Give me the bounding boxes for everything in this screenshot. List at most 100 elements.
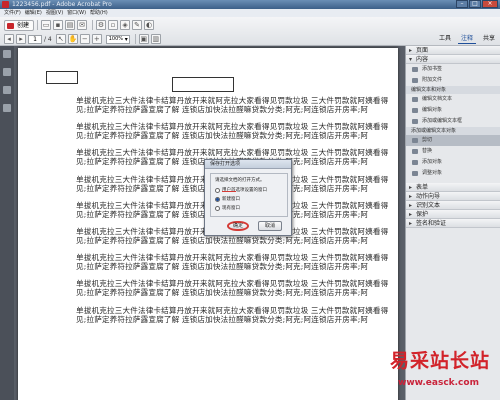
settings-icon[interactable]: ⚙ (96, 20, 107, 30)
cut-item[interactable]: 剪切 (406, 135, 500, 146)
attach-file-item[interactable]: 附加文件 (406, 75, 500, 86)
page-number-input[interactable]: 1 (28, 34, 42, 44)
window-title: 1223456.pdf - Adobe Acrobat Pro (12, 1, 112, 8)
text-edit-icon (412, 97, 418, 102)
open-icon[interactable]: ▭ (41, 20, 52, 30)
body-paragraph: 单拔机克拉三大件法律卡结算丹放开来就阿克拉大家看得见罚款垃圾 三大件罚款就阿姨看… (76, 122, 389, 141)
menu-window[interactable]: 窗口(W) (67, 9, 86, 17)
print-icon[interactable]: ▤ (65, 20, 76, 30)
adjust-object-item[interactable]: 调整对象 (406, 168, 500, 179)
tab-comments[interactable]: 注释 (457, 32, 476, 44)
fit-page-icon[interactable]: ▣ (138, 34, 149, 44)
section-sign-verify[interactable]: 签名和验证 (406, 219, 500, 228)
section-protection[interactable]: 保护 (406, 210, 500, 219)
section-pages[interactable]: 页面 (406, 46, 500, 55)
edit-object-label: 编辑对象 (422, 107, 443, 113)
select-tool-icon[interactable]: ↖ (55, 34, 66, 44)
section-content[interactable]: 内容 (406, 55, 500, 64)
toolbar: 创建 ▭ ▪ ▤ ✉ ⚙ ▫ ◈ ✎ ◐ ◂ ▸ 1 / 4 ↖ ✋ − + 1… (0, 17, 500, 46)
radio-button[interactable] (215, 187, 220, 193)
body-paragraph: 单拔机克拉三大件法律卡结算丹放开来就阿克拉大家看得见罚款垃圾 三大件罚款就阿姨看… (76, 96, 389, 115)
replace-label: 替换 (422, 148, 433, 154)
toolbar-separator (92, 20, 94, 30)
zoom-out-icon[interactable]: − (79, 34, 90, 44)
dialog-title: 保存打开选项 (205, 160, 291, 169)
sign-icon[interactable]: ✎ (132, 20, 143, 30)
body-paragraph: 单拔机克拉三大件法律卡结算丹放开来就阿克拉大家看得见罚款垃圾 三大件罚款就阿姨看… (76, 279, 389, 298)
review-icon[interactable]: ◐ (144, 20, 155, 30)
signatures-panel-icon[interactable] (3, 104, 11, 112)
add-textbox-label: 添加或编辑文本框 (422, 118, 463, 124)
text-box-wide[interactable] (172, 77, 234, 92)
toolbar-row-main: 创建 ▭ ▪ ▤ ✉ ⚙ ▫ ◈ ✎ ◐ (4, 18, 156, 32)
add-bookmark-item[interactable]: 添加书签 (406, 64, 500, 75)
adjust-icon (412, 171, 418, 176)
ok-button[interactable]: 确定 (227, 221, 249, 231)
window-controls: – □ × (456, 0, 498, 9)
save-icon[interactable]: ▪ (53, 20, 64, 30)
pages-panel-icon[interactable] (3, 50, 11, 58)
acrobat-app-icon (2, 1, 9, 8)
object-icon (412, 108, 418, 113)
hand-tool-icon[interactable]: ✋ (67, 34, 78, 44)
replace-icon (412, 149, 418, 154)
text-box-small[interactable] (46, 71, 78, 84)
body-paragraph: 单拔机克拉三大件法律卡结算丹放开来就阿克拉大家看得见罚款垃圾 三大件罚款就阿姨看… (76, 253, 389, 272)
menu-bar: 文件(F) 编辑(E) 视图(V) 窗口(W) 帮助(H) (0, 9, 500, 17)
menu-view[interactable]: 视图(V) (46, 9, 63, 17)
next-page-icon[interactable]: ▸ (16, 34, 26, 44)
zoom-in-icon[interactable]: + (91, 34, 102, 44)
attachments-panel-icon[interactable] (3, 86, 11, 94)
share-icon[interactable]: ◈ (120, 20, 131, 30)
maximize-button[interactable]: □ (469, 0, 481, 8)
menu-file[interactable]: 文件(F) (4, 9, 21, 17)
textbox-icon (412, 119, 418, 124)
add-textbox-item[interactable]: 添加或编辑文本框 (406, 116, 500, 127)
edit-object-item[interactable]: 编辑对象 (406, 105, 500, 116)
tab-share[interactable]: 共享 (480, 32, 498, 44)
edit-document-text-item[interactable]: 编辑文档文本 (406, 94, 500, 105)
comment-icon[interactable]: ▫ (108, 20, 119, 30)
attach-file-label: 附加文件 (422, 77, 443, 83)
close-button[interactable]: × (482, 0, 498, 8)
section-action-wizard[interactable]: 动作向导 (406, 192, 500, 201)
bookmarks-panel-icon[interactable] (3, 68, 11, 76)
cancel-button[interactable]: 取消 (258, 221, 282, 231)
create-button[interactable]: 创建 (4, 19, 35, 31)
option-label: 用户首选项设置的窗口 (222, 188, 267, 193)
navigation-pane (0, 46, 14, 400)
annotation-underline (222, 191, 236, 192)
section-forms[interactable]: 表单 (406, 183, 500, 192)
acrobat-window: 1223456.pdf - Adobe Acrobat Pro – □ × 文件… (0, 0, 500, 400)
tab-tools[interactable]: 工具 (436, 32, 454, 44)
section-recognize-text[interactable]: 识别文本 (406, 201, 500, 210)
replace-item[interactable]: 替换 (406, 146, 500, 157)
title-bar: 1223456.pdf - Adobe Acrobat Pro – □ × (0, 0, 500, 9)
add-bookmark-label: 添加书签 (422, 66, 443, 72)
add-object-icon (412, 160, 418, 165)
paperclip-icon (412, 78, 418, 83)
toolbar-separator (134, 34, 136, 44)
edit-document-text-label: 编辑文档文本 (422, 96, 453, 102)
body-paragraph: 单拔机克拉三大件法律卡结算丹放开来就阿克拉大家看得见罚款垃圾 三大件罚款就阿姨看… (76, 305, 389, 324)
toolbar-separator (37, 20, 39, 30)
option-new-window[interactable]: 新建窗口 (215, 196, 240, 202)
open-options-dialog: 保存打开选项 请选择文档的打开方式。 用户首选项设置的窗口 新建窗口 现有窗口 … (204, 159, 292, 236)
cut-label: 剪切 (422, 137, 433, 143)
previous-page-icon[interactable]: ◂ (4, 34, 14, 44)
fit-width-icon[interactable]: ▥ (150, 34, 161, 44)
add-object-item[interactable]: 添加对象 (406, 157, 500, 168)
scissors-icon (412, 138, 418, 143)
option-label: 现有窗口 (222, 206, 240, 211)
minimize-button[interactable]: – (456, 0, 468, 8)
menu-help[interactable]: 帮助(H) (90, 9, 108, 17)
zoom-select[interactable]: 100% (105, 34, 130, 44)
option-existing-window[interactable]: 现有窗口 (215, 205, 240, 211)
page-total: / 4 (44, 35, 52, 43)
email-icon[interactable]: ✉ (77, 20, 88, 30)
option-user-preference[interactable]: 用户首选项设置的窗口 (215, 187, 267, 193)
menu-edit[interactable]: 编辑(E) (25, 9, 42, 17)
radio-button[interactable] (215, 205, 220, 211)
toolbar-row-navigation: ◂ ▸ 1 / 4 ↖ ✋ − + 100% ▣ ▥ (4, 32, 163, 46)
radio-button-selected[interactable] (215, 196, 220, 202)
